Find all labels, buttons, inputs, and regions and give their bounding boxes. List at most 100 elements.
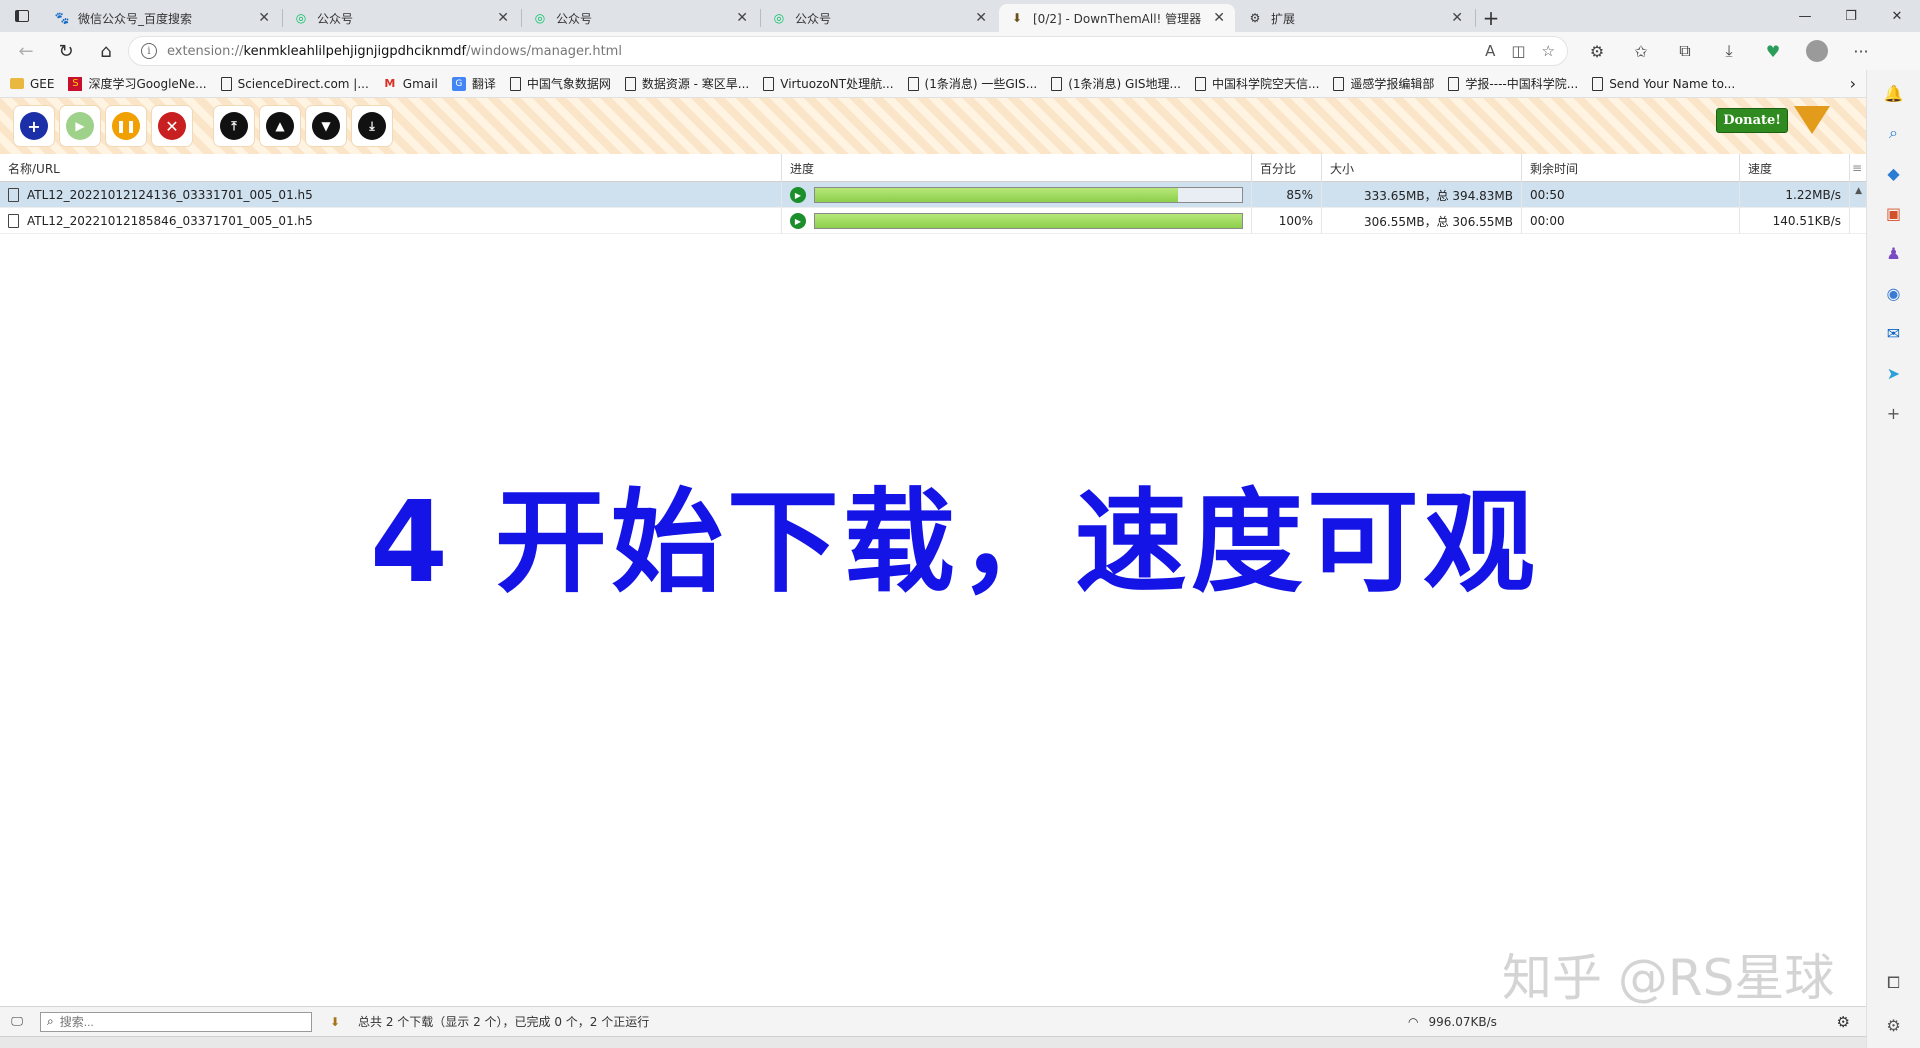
browser-essentials-button[interactable]: ♥	[1754, 36, 1792, 66]
column-percent[interactable]: 百分比	[1252, 154, 1322, 182]
bookmark-item[interactable]: S 深度学习GoogleNe...	[68, 75, 207, 92]
downloads-button[interactable]: ⤓	[1710, 36, 1748, 66]
tab-downthemall[interactable]: ⬇ [0/2] - DownThemAll! 管理器 ✕	[999, 4, 1235, 32]
back-button[interactable]: ←	[8, 36, 44, 66]
close-icon[interactable]: ✕	[497, 10, 509, 26]
pause-button[interactable]: ❚❚	[106, 106, 146, 146]
resume-button[interactable]: ▶	[60, 106, 100, 146]
table-row[interactable]: ATL12_20221012124136_03331701_005_01.h5 …	[0, 182, 1866, 208]
shopping-tag-icon[interactable]: ◆	[1881, 160, 1907, 186]
column-picker-icon[interactable]: ≡	[1850, 154, 1866, 182]
bookmark-item[interactable]: (1条消息) 一些GIS...	[907, 75, 1037, 92]
plus-icon: +	[1482, 6, 1500, 30]
bookmark-gmail[interactable]: M Gmail	[383, 77, 438, 91]
info-icon[interactable]: i	[141, 43, 157, 59]
move-top-button[interactable]: ⤒	[214, 106, 254, 146]
profile-button[interactable]	[1798, 36, 1836, 66]
close-icon[interactable]: ✕	[1213, 10, 1225, 26]
donate-button[interactable]: Donate!	[1716, 107, 1788, 133]
page-icon	[1051, 76, 1063, 91]
close-icon[interactable]: ✕	[975, 10, 987, 26]
pause-circle-icon: ❚❚	[112, 112, 140, 140]
settings-more-button[interactable]: ···	[1842, 36, 1880, 66]
search-input[interactable]	[59, 1014, 290, 1029]
column-remaining[interactable]: 剩余时间	[1522, 154, 1740, 182]
add-download-button[interactable]: +	[14, 106, 54, 146]
url-scheme: extension://	[167, 43, 244, 59]
bookmark-gee[interactable]: GEE	[10, 77, 54, 91]
search-icon[interactable]: ⌕	[1881, 120, 1907, 146]
tab-extensions[interactable]: ⚙ 扩展 ✕	[1237, 4, 1473, 32]
window-controls: — ❐ ✕	[1782, 0, 1920, 32]
send-icon[interactable]: ➤	[1881, 360, 1907, 386]
screenshot-icon[interactable]: ⧠	[1881, 970, 1907, 996]
bookmark-item[interactable]: (1条消息) GIS地理...	[1051, 75, 1181, 92]
bookmark-item[interactable]: VirtuozoNT处理航...	[763, 75, 894, 92]
toolbox-icon[interactable]: ▣	[1881, 200, 1907, 226]
close-window-button[interactable]: ✕	[1874, 0, 1920, 32]
tab-actions-button[interactable]	[0, 0, 44, 32]
home-button[interactable]: ⌂	[88, 36, 124, 66]
split-screen-icon[interactable]: ◫	[1511, 42, 1525, 60]
bookmark-item[interactable]: Send Your Name to...	[1592, 76, 1735, 91]
column-speed[interactable]: 速度	[1740, 154, 1850, 182]
refresh-button[interactable]: ↻	[48, 36, 84, 66]
close-icon[interactable]: ✕	[736, 10, 748, 26]
download-name: ATL12_20221012185846_03371701_005_01.h5	[27, 214, 313, 228]
monitor-icon[interactable]: 🖵	[8, 1013, 26, 1031]
table-row[interactable]: ATL12_20221012185846_03371701_005_01.h5 …	[0, 208, 1866, 234]
collections-button[interactable]: ⧉	[1666, 36, 1704, 66]
move-down-icon: ▼	[312, 112, 340, 140]
address-bar: ← ↻ ⌂ i extension://kenmkleahlilpehjignj…	[0, 32, 1920, 70]
office-icon[interactable]: ◉	[1881, 280, 1907, 306]
new-tab-button[interactable]: +	[1476, 4, 1506, 32]
move-bottom-button[interactable]: ⤓	[352, 106, 392, 146]
games-icon[interactable]: ♟	[1881, 240, 1907, 266]
download-size: 306.55MB，总 306.55MB	[1322, 208, 1522, 234]
move-up-button[interactable]: ▲	[260, 106, 300, 146]
bookmark-item[interactable]: 遥感学报编辑部	[1333, 75, 1434, 92]
gear-icon[interactable]: ⚙	[1881, 1012, 1907, 1038]
favorite-star-icon[interactable]: ☆	[1542, 42, 1555, 60]
bookmark-item[interactable]: 数据资源 - 寒区旱...	[624, 75, 749, 92]
donate-area: Donate!	[1716, 106, 1830, 134]
bookmarks-overflow-button[interactable]: ›	[1850, 74, 1856, 93]
gear-icon[interactable]: ⚙	[1837, 1013, 1850, 1031]
url-text[interactable]: extension://kenmkleahlilpehjignjigpdhcik…	[167, 44, 1475, 59]
bookmark-item[interactable]: 中国科学院空天信...	[1194, 75, 1319, 92]
tab-wechat-2[interactable]: ◎ 公众号 ✕	[522, 4, 758, 32]
tab-baidu[interactable]: 🐾 微信公众号_百度搜索 ✕	[44, 4, 280, 32]
bookmark-translate[interactable]: G 翻译	[451, 75, 496, 92]
column-name[interactable]: 名称/URL	[0, 154, 782, 182]
favorites-button[interactable]: ✩	[1622, 36, 1660, 66]
add-icon[interactable]: +	[1881, 400, 1907, 426]
progress-fill	[815, 188, 1178, 202]
tab-wechat-3[interactable]: ◎ 公众号 ✕	[761, 4, 997, 32]
heart-pulse-icon: ♥	[1765, 41, 1781, 61]
bookmark-item[interactable]: ScienceDirect.com |...	[220, 76, 369, 91]
close-icon[interactable]: ✕	[258, 10, 270, 26]
close-icon[interactable]: ✕	[1451, 10, 1463, 26]
browser-toolbar: ⚙ ✩ ⧉ ⤓ ♥ ···	[1578, 36, 1880, 66]
total-speed: ◠ 996.07KB/s	[1408, 1015, 1497, 1029]
minimize-button[interactable]: —	[1782, 0, 1828, 32]
cancel-button[interactable]: ✕	[152, 106, 192, 146]
tab-wechat-1[interactable]: ◎ 公众号 ✕	[283, 4, 519, 32]
wechat-icon: ◎	[534, 11, 546, 25]
move-down-button[interactable]: ▼	[306, 106, 346, 146]
url-field[interactable]: i extension://kenmkleahlilpehjignjigpdhc…	[128, 36, 1568, 66]
bookmark-item[interactable]: 学报----中国科学院...	[1448, 75, 1578, 92]
bell-icon[interactable]: 🔔	[1881, 80, 1907, 106]
restore-button[interactable]: ❐	[1828, 0, 1874, 32]
extensions-button[interactable]: ⚙	[1578, 36, 1616, 66]
scroll-up-arrow-icon[interactable]: ▲	[1855, 186, 1862, 196]
bookmarks-bar: GEE S 深度学习GoogleNe... ScienceDirect.com |…	[0, 70, 1866, 98]
outlook-icon[interactable]: ✉	[1881, 320, 1907, 346]
column-size[interactable]: 大小	[1322, 154, 1522, 182]
bookmark-label: GEE	[30, 76, 55, 91]
read-aloud-icon[interactable]: A	[1485, 42, 1495, 60]
folder-icon	[10, 78, 24, 89]
search-field[interactable]: ⌕	[40, 1011, 312, 1032]
column-progress[interactable]: 进度	[782, 154, 1252, 182]
bookmark-item[interactable]: 中国气象数据网	[509, 75, 611, 92]
